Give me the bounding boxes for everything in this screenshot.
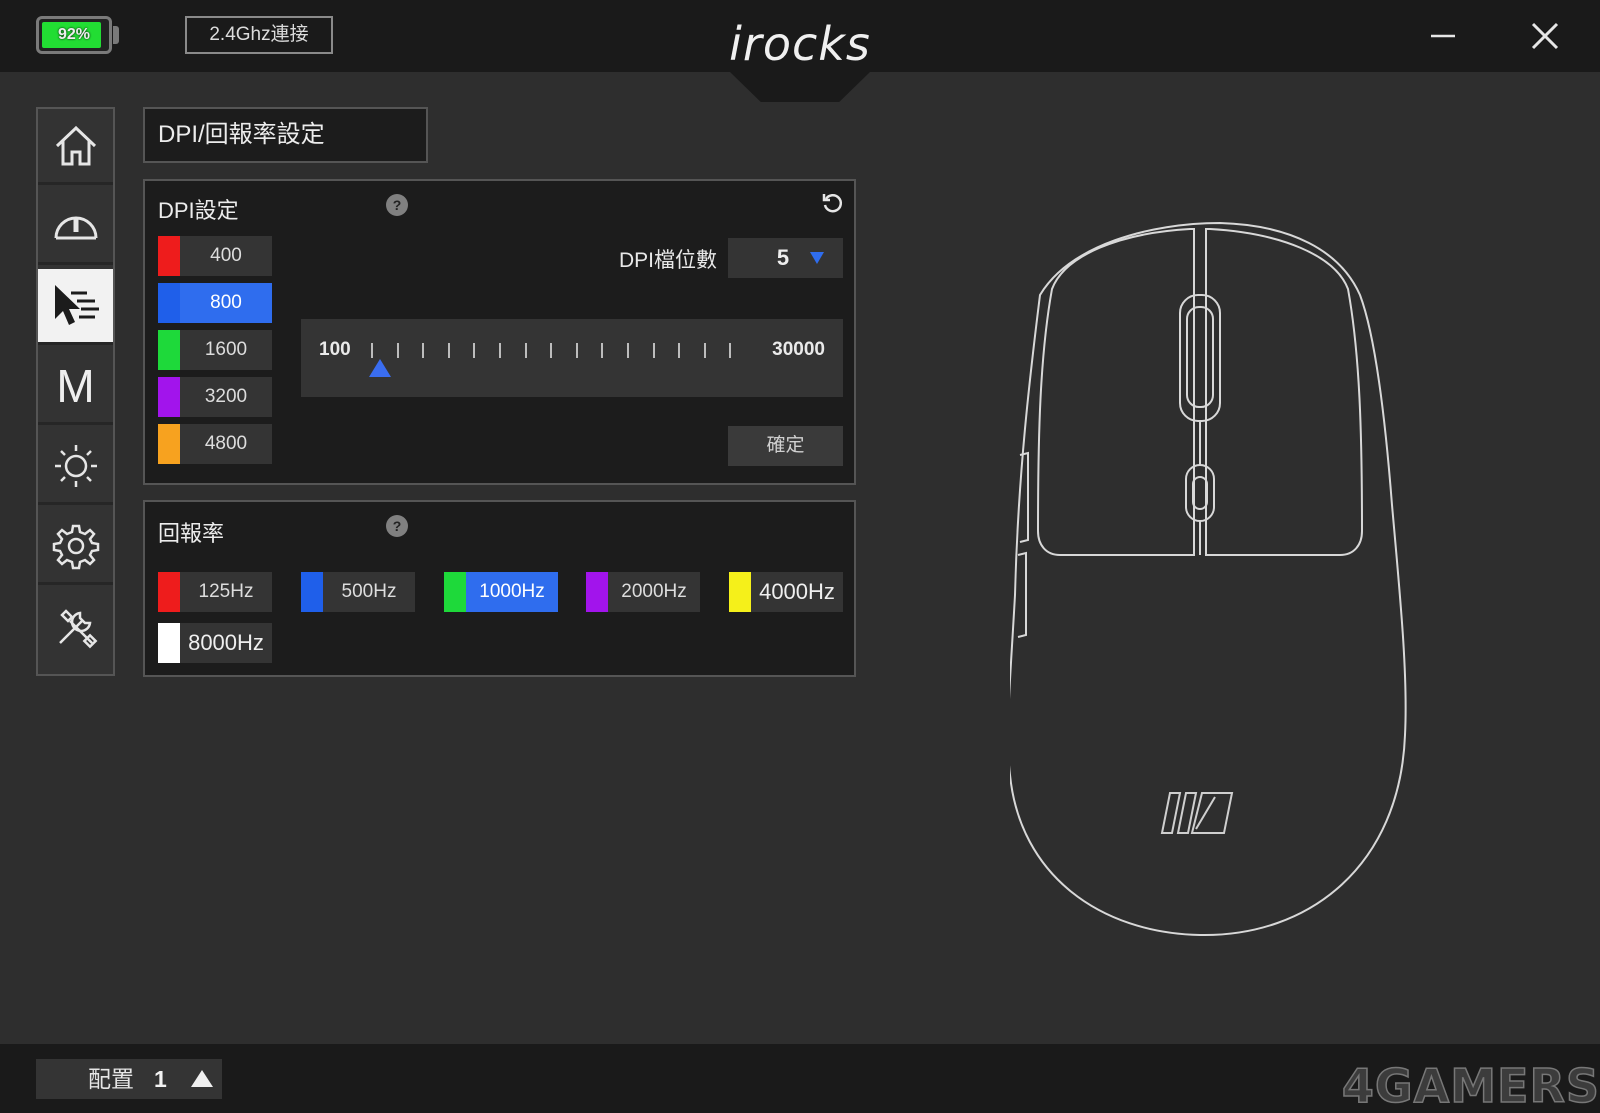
reset-icon[interactable] xyxy=(821,191,845,215)
macro-m-icon: M xyxy=(56,359,95,412)
dpi-stage-value: 400 xyxy=(210,245,242,266)
profile-label: 配置 xyxy=(88,1066,134,1092)
profile-number: 1 xyxy=(154,1066,167,1092)
gear-icon xyxy=(52,524,99,569)
slider-tick xyxy=(550,343,553,358)
chevron-up-icon[interactable] xyxy=(191,1070,213,1087)
irocks-logo-mark xyxy=(1160,792,1234,834)
slider-tick xyxy=(396,343,399,358)
close-icon xyxy=(1531,22,1559,50)
rate-value: 8000Hz xyxy=(188,630,264,655)
dpi-stage-value: 3200 xyxy=(204,386,248,407)
rate-help-icon[interactable]: ? xyxy=(386,515,408,537)
rate-value: 500Hz xyxy=(341,581,397,602)
dpi-stage-value: 800 xyxy=(210,292,242,313)
dpi-stage-value: 1600 xyxy=(204,339,248,360)
slider-tick xyxy=(422,343,425,358)
rate-125hz[interactable]: 125Hz xyxy=(158,572,272,612)
rate-1000hz[interactable]: 1000Hz xyxy=(444,572,558,612)
rate-value: 1000Hz xyxy=(479,581,545,602)
rate-color xyxy=(158,623,180,663)
dpi-panel: DPI設定 ? 400 800 1600 3200 4800 DPI檔位數 5 … xyxy=(143,179,856,485)
dpi-stage-1[interactable]: 400 xyxy=(158,236,272,276)
slider-tick xyxy=(447,343,450,358)
dpi-panel-title: DPI設定 xyxy=(158,198,239,223)
page-title: DPI/回報率設定 xyxy=(143,107,428,163)
rate-color xyxy=(158,572,180,612)
dpi-stage-color xyxy=(158,236,180,276)
rate-500hz[interactable]: 500Hz xyxy=(301,572,415,612)
nav-dpi[interactable] xyxy=(38,269,113,345)
dpi-help-icon[interactable]: ? xyxy=(386,194,408,216)
home-icon xyxy=(55,125,96,165)
slider-tick xyxy=(601,343,604,358)
dropdown-arrow-icon xyxy=(810,252,824,264)
nav-lighting[interactable] xyxy=(38,429,113,505)
rate-color xyxy=(586,572,608,612)
dpi-stage-count-value: 5 xyxy=(776,245,790,270)
nav-macro[interactable]: M xyxy=(38,349,113,425)
dpi-stage-5[interactable]: 4800 xyxy=(158,424,272,464)
slider-tick xyxy=(371,343,373,358)
slider-tick xyxy=(499,343,501,358)
dpi-stage-3[interactable]: 1600 xyxy=(158,330,272,370)
connection-status: 2.4Ghz連接 xyxy=(185,16,333,54)
nav-settings[interactable] xyxy=(38,509,113,585)
slider-tick xyxy=(729,343,732,358)
rate-value: 4000Hz xyxy=(759,579,835,604)
minimize-button[interactable] xyxy=(1420,14,1466,58)
dpi-slider-min: 100 xyxy=(319,339,351,360)
slider-tick xyxy=(473,343,476,358)
slider-tick xyxy=(524,343,527,358)
rate-value: 125Hz xyxy=(198,581,254,602)
minimize-icon xyxy=(1431,34,1455,38)
dpi-stage-value: 4800 xyxy=(204,433,248,454)
rate-8000hz[interactable]: 8000Hz xyxy=(158,623,272,663)
sun-icon xyxy=(54,444,97,487)
dpi-slider-thumb[interactable] xyxy=(369,359,391,377)
mouse-illustration xyxy=(1010,221,1407,937)
rate-4000hz[interactable]: 4000Hz xyxy=(729,572,843,612)
slider-tick xyxy=(678,343,681,358)
watermark: 4GAMERS xyxy=(1341,1059,1600,1113)
dpi-stage-color xyxy=(158,377,180,417)
title-notch xyxy=(730,72,870,102)
rate-color xyxy=(729,572,751,612)
nav-performance[interactable] xyxy=(38,189,113,265)
profile-selector[interactable]: 配置 1 xyxy=(36,1059,222,1099)
side-nav: M xyxy=(36,107,115,676)
dpi-stage-count-label: DPI檔位數 xyxy=(618,249,717,272)
rate-color xyxy=(301,572,323,612)
slider-tick xyxy=(703,343,706,358)
dpi-stage-color xyxy=(158,330,180,370)
battery-percent: 92% xyxy=(57,26,91,43)
dpi-stage-count-select[interactable]: 5 xyxy=(728,238,843,278)
dpi-stage-4[interactable]: 3200 xyxy=(158,377,272,417)
rate-color xyxy=(444,572,466,612)
rate-2000hz[interactable]: 2000Hz xyxy=(586,572,700,612)
brand-logo: irocks xyxy=(729,17,871,71)
cursor-dpi-icon xyxy=(54,284,99,325)
nav-tools[interactable] xyxy=(38,589,113,665)
slider-tick xyxy=(652,343,655,358)
close-button[interactable] xyxy=(1522,14,1568,58)
tools-icon xyxy=(58,609,97,649)
rate-value: 2000Hz xyxy=(621,581,687,602)
gauge-icon xyxy=(54,216,97,239)
polling-rate-title: 回報率 xyxy=(158,521,225,546)
slider-tick xyxy=(575,343,578,358)
polling-rate-panel: 回報率 ? 125Hz 500Hz 1000Hz 2000Hz 4000Hz 8… xyxy=(143,500,856,677)
dpi-slider[interactable]: 100 30000 xyxy=(301,319,843,397)
dpi-stage-color xyxy=(158,283,180,323)
slider-tick xyxy=(627,343,629,358)
dpi-stage-color xyxy=(158,424,180,464)
dpi-stage-2[interactable]: 800 xyxy=(158,283,272,323)
confirm-button[interactable]: 確定 xyxy=(728,426,843,466)
nav-home[interactable] xyxy=(38,109,113,185)
battery-cap xyxy=(113,26,119,44)
dpi-slider-max: 30000 xyxy=(772,339,825,360)
